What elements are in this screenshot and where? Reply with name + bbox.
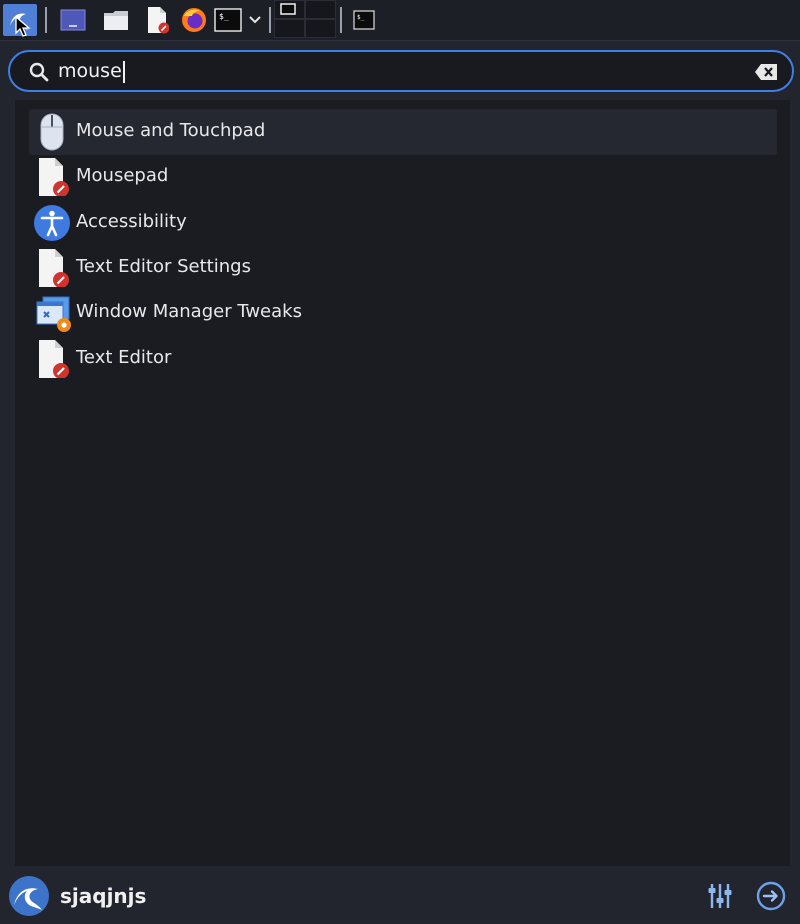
workspace-switcher[interactable] — [274, 0, 336, 38]
result-label: Mouse and Touchpad — [76, 120, 266, 141]
top-panel: $_ $_ — [0, 0, 800, 41]
text-editor-icon — [148, 7, 169, 34]
result-text-editor[interactable]: Text Editor — [29, 336, 777, 382]
result-accessibility[interactable]: Accessibility — [29, 200, 777, 246]
result-label: Text Editor — [76, 347, 172, 368]
logout-icon[interactable] — [755, 880, 787, 912]
terminal-window-icon: $_ — [353, 10, 375, 30]
text-cursor — [123, 61, 125, 83]
result-text-editor-settings[interactable]: Text Editor Settings — [29, 245, 777, 291]
text-editor-icon — [39, 158, 69, 196]
terminal-icon: $_ — [214, 8, 242, 32]
workspace-window-icon — [280, 3, 296, 15]
workspace-2[interactable] — [305, 0, 336, 19]
result-label: Window Manager Tweaks — [76, 301, 302, 322]
result-window-manager-tweaks[interactable]: Window Manager Tweaks — [29, 290, 777, 336]
panel-separator — [269, 7, 271, 33]
search-field[interactable]: mouse — [8, 50, 794, 92]
result-mousepad[interactable]: Mousepad — [29, 154, 777, 200]
panel-separator — [340, 7, 342, 33]
workspace-3[interactable] — [274, 19, 305, 38]
text-editor-icon — [39, 340, 69, 378]
result-label: Text Editor Settings — [76, 256, 251, 277]
panel-separator — [45, 7, 47, 33]
terminal-dropdown-button[interactable] — [245, 4, 265, 36]
mouse-icon — [40, 113, 64, 151]
window-tweaks-icon — [36, 296, 71, 332]
text-editor-launcher[interactable] — [143, 4, 171, 36]
applications-menu-button[interactable] — [3, 4, 37, 37]
svg-text:$_: $_ — [357, 14, 365, 21]
settings-sliders-icon[interactable] — [704, 880, 736, 912]
show-desktop-button[interactable] — [58, 4, 88, 36]
result-label: Accessibility — [76, 211, 187, 232]
result-mouse-and-touchpad[interactable]: Mouse and Touchpad — [29, 109, 777, 155]
svg-text:$_: $_ — [219, 12, 229, 21]
result-label: Mousepad — [76, 165, 169, 186]
firefox-launcher[interactable] — [179, 4, 209, 36]
chevron-down-icon — [249, 16, 261, 24]
terminal-launcher[interactable]: $_ — [213, 4, 243, 36]
mouse-pointer-icon — [15, 16, 31, 37]
file-manager-button[interactable] — [101, 4, 131, 36]
username: sjaqjnjs — [60, 884, 147, 908]
user-avatar[interactable] — [8, 875, 50, 917]
text-editor-icon — [39, 249, 69, 287]
search-input[interactable]: mouse — [58, 60, 122, 82]
search-icon — [29, 62, 49, 82]
workspace-1[interactable] — [274, 0, 305, 19]
desktop-icon — [60, 9, 86, 31]
workspace-4[interactable] — [305, 19, 336, 38]
taskbar-terminal-window[interactable]: $_ — [351, 4, 377, 36]
file-manager-icon — [104, 11, 128, 30]
backspace-clear-icon[interactable] — [754, 63, 778, 81]
accessibility-icon — [34, 205, 70, 241]
firefox-icon — [182, 8, 206, 32]
search-results-list: Mouse and Touchpad Mousepad Accessibilit… — [15, 100, 790, 866]
